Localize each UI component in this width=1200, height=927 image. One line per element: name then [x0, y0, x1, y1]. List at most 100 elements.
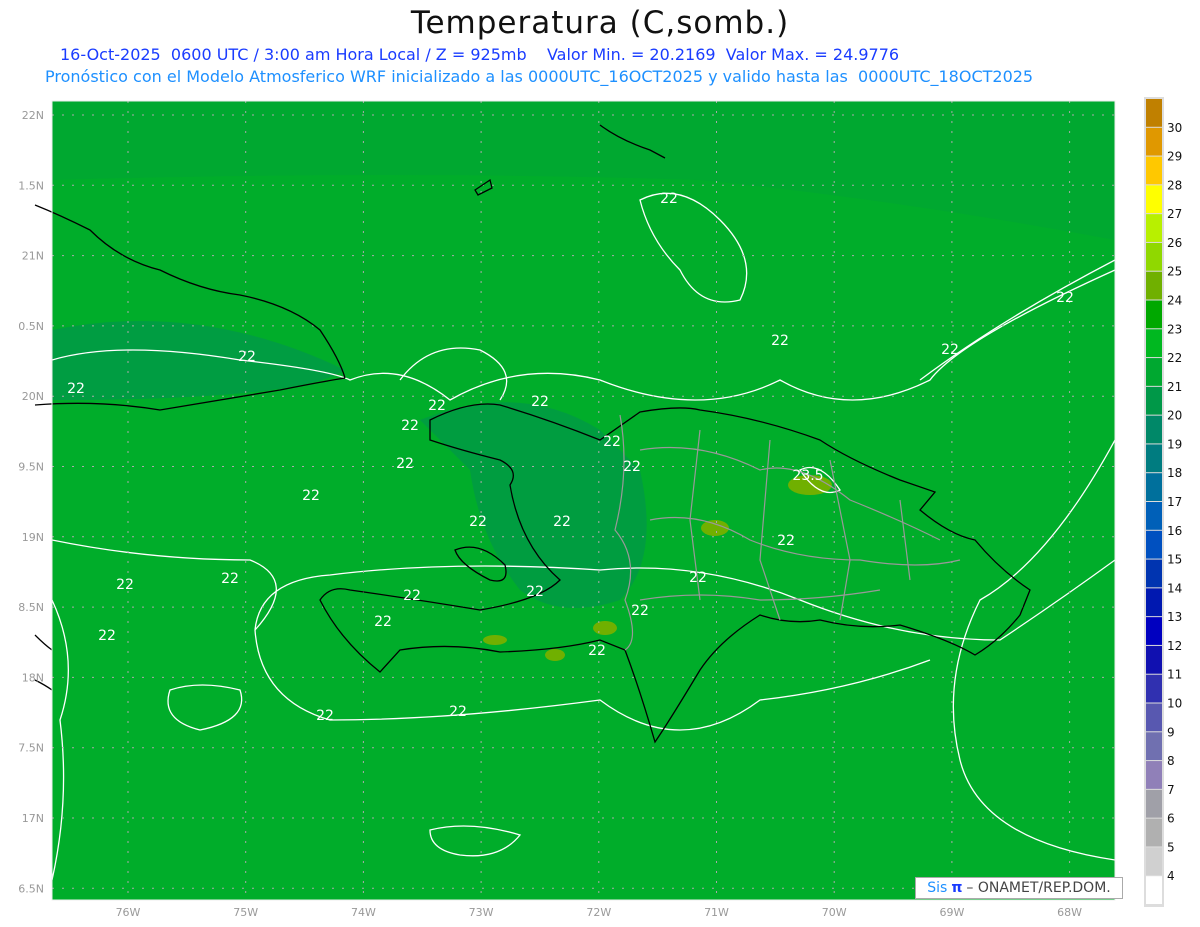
colorbar: 30 29 28 27 26 25 24 23 22 21 20 19 18 17 16 15 14 13 12 11…: [1144, 97, 1182, 907]
colorbar-swatch: [1146, 645, 1162, 674]
watermark-sis: Sis: [927, 880, 948, 896]
colorbar-swatch: [1146, 617, 1162, 645]
colorbar-swatch: [1146, 214, 1162, 242]
colorbar-swatch: [1146, 127, 1162, 156]
colorbar-swatch: [1146, 444, 1162, 473]
colorbar-label: 28: [1167, 178, 1182, 192]
colorbar-swatch: [1146, 242, 1162, 271]
colorbar-label: 30: [1167, 121, 1182, 135]
colorbar-label: 9: [1167, 725, 1175, 739]
colorbar-swatch: [1146, 732, 1162, 761]
subtitle-model-info: Pronóstico con el Modelo Atmosferico WRF…: [45, 67, 1034, 86]
colorbar-swatch: [1146, 502, 1162, 530]
contour-label: 22: [588, 643, 606, 659]
colorbar-swatch: [1146, 99, 1162, 127]
colorbar-swatch: [1146, 530, 1162, 559]
contour-label: 23.5: [792, 468, 823, 484]
colorbar-label: 26: [1167, 236, 1182, 250]
latitude-label: 18N: [22, 671, 44, 684]
subtitle-valid-time: 16-Oct-2025 0600 UTC / 3:00 am Hora Loca…: [60, 45, 900, 64]
latitude-label: 6.5N: [18, 882, 44, 895]
colorbar-label: 11: [1167, 668, 1182, 682]
colorbar-label: 7: [1167, 783, 1175, 797]
colorbar-label: 12: [1167, 639, 1182, 653]
contour-label: 22: [777, 533, 795, 549]
colorbar-label: 6: [1167, 812, 1175, 826]
colorbar-swatch: [1146, 818, 1162, 847]
contour-label: 22: [221, 571, 239, 587]
longitude-label: 68W: [1057, 906, 1082, 919]
contour-label: 22: [660, 191, 678, 207]
contour-label: 22: [238, 349, 256, 365]
colorbar-swatch: [1146, 300, 1162, 329]
colorbar-label: 19: [1167, 437, 1182, 451]
contour-label: 22: [428, 398, 446, 414]
colorbar-swatch: [1146, 674, 1162, 703]
contour-label: 22: [631, 603, 649, 619]
longitude-label: 70W: [822, 906, 847, 919]
colorbar-label: 20: [1167, 409, 1182, 423]
latitude-label: 9.5N: [18, 461, 44, 474]
colorbar-swatch: [1146, 789, 1162, 818]
contour-label: 22: [526, 584, 544, 600]
colorbar-label: 24: [1167, 294, 1182, 308]
colorbar-swatch: [1146, 271, 1162, 300]
longitude-label: 73W: [469, 906, 494, 919]
watermark-box: Sis π – ONAMET/REP.DOM.: [915, 877, 1123, 899]
contour-label: 22: [396, 456, 414, 472]
colorbar-label: 13: [1167, 610, 1182, 624]
colorbar-label: 25: [1167, 265, 1182, 279]
temperature-field: [52, 101, 1115, 900]
contour-label: 22: [771, 333, 789, 349]
longitude-label: 72W: [586, 906, 611, 919]
colorbar-label: 4: [1167, 869, 1175, 883]
colorbar-swatch: [1146, 386, 1162, 415]
field-warm-spot: [593, 621, 617, 635]
colorbar-swatch: [1146, 329, 1162, 358]
colorbar-swatch: [1146, 876, 1162, 904]
colorbar-swatch: [1146, 185, 1162, 214]
colorbar-label: 16: [1167, 524, 1182, 538]
colorbar-label: 21: [1167, 380, 1182, 394]
latitude-label: 17N: [22, 812, 44, 825]
contour-label: 22: [316, 708, 334, 724]
contour-label: 22: [603, 434, 621, 450]
colorbar-swatch: [1146, 415, 1162, 444]
colorbar-swatch: [1146, 761, 1162, 789]
contour-label: 22: [531, 394, 549, 410]
latitude-label: 1.5N: [18, 179, 44, 192]
colorbar-label: 10: [1167, 697, 1182, 711]
colorbar-label: 17: [1167, 495, 1182, 509]
colorbar-label: 8: [1167, 754, 1175, 768]
colorbar-label: 18: [1167, 466, 1182, 480]
latitude-label: 8.5N: [18, 601, 44, 614]
colorbar-swatch: [1146, 847, 1162, 876]
longitude-label: 69W: [939, 906, 964, 919]
colorbar-swatch: [1146, 358, 1162, 386]
contour-label: 22: [689, 570, 707, 586]
longitude-label: 71W: [704, 906, 729, 919]
contour-label: 22: [941, 342, 959, 358]
longitude-label: 75W: [233, 906, 258, 919]
latitude-label: 20N: [22, 390, 44, 403]
longitude-label: 74W: [351, 906, 376, 919]
latitude-axis: 22N 1.5N 21N 0.5N 20N 9.5N 19N 8.5N 18N 7.5N 17N 6.…: [18, 109, 44, 895]
contour-label: 22: [374, 614, 392, 630]
contour-label: 22: [553, 514, 571, 530]
contour-label: 22: [403, 588, 421, 604]
contour-label: 22: [98, 628, 116, 644]
contour-label: 22: [116, 577, 134, 593]
colorbar-swatch: [1146, 559, 1162, 588]
contour-label: 22: [401, 418, 419, 434]
pi-logo-icon: π: [951, 880, 963, 896]
contour-label: 22: [469, 514, 487, 530]
colorbar-label: 14: [1167, 581, 1182, 595]
contour-label: 22: [1056, 290, 1074, 306]
latitude-label: 21N: [22, 250, 44, 263]
latitude-label: 19N: [22, 531, 44, 544]
latitude-label: 7.5N: [18, 742, 44, 755]
colorbar-swatch: [1146, 156, 1162, 185]
map-figure: 22N 1.5N 21N 0.5N 20N 9.5N 19N 8.5N 18N 7.5N 17N 6.…: [18, 97, 1182, 919]
watermark-org: – ONAMET/REP.DOM.: [966, 880, 1111, 896]
colorbar-label: 5: [1167, 840, 1175, 854]
